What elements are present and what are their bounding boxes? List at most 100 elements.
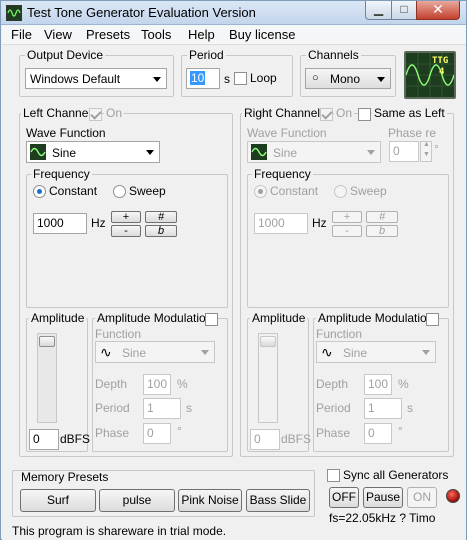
- right-depth-input[interactable]: 100: [364, 374, 392, 395]
- right-wave-function-select[interactable]: Sine: [247, 141, 381, 163]
- chevron-down-icon: [377, 77, 385, 82]
- right-channel-label: Right Channel: [242, 106, 323, 120]
- left-channel-group: Left Channel On Wave Function Sine Frequ…: [19, 106, 233, 457]
- left-amplitude-input[interactable]: 0: [29, 429, 59, 450]
- title-bar[interactable]: Test Tone Generator Evaluation Version ▁…: [1, 1, 466, 25]
- sine-wave-icon: [30, 144, 46, 160]
- status-bar: This program is shareware in trial mode.: [2, 522, 466, 540]
- right-freq-minus-button[interactable]: -: [332, 225, 362, 237]
- left-wave-function-label: Wave Function: [26, 126, 106, 140]
- right-amplitude-input[interactable]: 0: [250, 429, 280, 450]
- right-wave-function-label: Wave Function: [247, 126, 327, 140]
- close-button[interactable]: ✕: [416, 1, 460, 20]
- period-label: Period: [187, 48, 226, 62]
- right-frequency-group: Frequency Constant Sweep 1000 Hz + - # b: [247, 167, 449, 308]
- right-am-period-unit: s: [407, 401, 413, 415]
- logo-text-top: TTG: [432, 56, 449, 66]
- right-amplitude-value: 0: [254, 432, 261, 446]
- right-depth-label: Depth: [316, 377, 349, 391]
- left-amplitude-unit: dBFS: [60, 432, 91, 446]
- right-constant-radio[interactable]: [254, 185, 267, 198]
- phase-re-left-value: 0: [393, 144, 400, 158]
- left-am-checkbox[interactable]: [205, 313, 218, 326]
- left-channel-label: Left Channel: [21, 106, 94, 120]
- pause-button[interactable]: Pause: [363, 487, 403, 508]
- right-am-checkbox[interactable]: [426, 313, 439, 326]
- right-phase-label: Phase: [316, 426, 351, 440]
- maximize-button[interactable]: □: [391, 1, 417, 20]
- channels-value: Mono: [330, 72, 361, 86]
- menu-tools[interactable]: Tools: [141, 27, 171, 42]
- sync-all-checkbox[interactable]: [327, 469, 340, 482]
- phase-re-left-input[interactable]: 0: [389, 141, 419, 162]
- sine-wave-icon: ∿: [100, 344, 112, 360]
- right-amplitude-unit: dBFS: [281, 432, 312, 446]
- menu-view[interactable]: View: [44, 27, 72, 42]
- left-freq-flat-button[interactable]: b: [145, 225, 177, 237]
- off-button[interactable]: OFF: [329, 487, 359, 508]
- output-device-value: Windows Default: [30, 72, 121, 86]
- spin-up-icon[interactable]: ▲: [423, 141, 430, 148]
- output-device-select[interactable]: Windows Default: [25, 68, 167, 89]
- menu-help[interactable]: Help: [188, 27, 215, 42]
- menu-presets[interactable]: Presets: [86, 27, 130, 42]
- left-freq-minus-button[interactable]: -: [111, 225, 141, 237]
- left-freq-sharp-button[interactable]: #: [145, 211, 177, 223]
- preset-surf-button[interactable]: Surf: [20, 489, 96, 512]
- period-input[interactable]: 10: [186, 68, 220, 89]
- left-phase-input[interactable]: 0: [143, 423, 171, 444]
- right-sweep-radio[interactable]: [334, 185, 347, 198]
- left-on-checkbox[interactable]: [89, 108, 102, 121]
- minimize-button[interactable]: ▁: [365, 1, 392, 20]
- right-frequency-label: Frequency: [252, 167, 313, 181]
- left-sweep-radio[interactable]: [113, 185, 126, 198]
- chevron-down-icon: [367, 150, 375, 155]
- same-as-left-label: Same as Left: [372, 106, 447, 120]
- right-freq-flat-button[interactable]: b: [366, 225, 398, 237]
- left-amplitude-thumb[interactable]: [39, 336, 55, 347]
- left-am-function-select[interactable]: ∿ Sine: [95, 341, 215, 363]
- menu-buy-license[interactable]: Buy license: [229, 27, 295, 42]
- left-depth-input[interactable]: 100: [143, 374, 171, 395]
- left-am-period-input[interactable]: 1: [143, 398, 181, 419]
- close-icon: ✕: [432, 1, 444, 17]
- right-am-function-select[interactable]: ∿ Sine: [316, 341, 436, 363]
- preset-pink-noise-button[interactable]: Pink Noise: [178, 489, 242, 512]
- left-constant-radio[interactable]: [33, 185, 46, 198]
- right-am-label: Amplitude Modulation: [316, 311, 436, 325]
- right-phase-input[interactable]: 0: [364, 423, 392, 444]
- right-frequency-input[interactable]: 1000: [254, 213, 308, 234]
- right-am-function-label: Function: [316, 327, 363, 341]
- left-am-label: Amplitude Modulation: [95, 311, 215, 325]
- right-freq-sharp-button[interactable]: #: [366, 211, 398, 223]
- left-frequency-input[interactable]: 1000: [33, 213, 87, 234]
- same-as-left-checkbox[interactable]: [358, 108, 371, 121]
- right-am-group: Amplitude Modulation Function ∿ Sine Dep…: [313, 311, 449, 452]
- left-depth-unit: %: [177, 377, 188, 391]
- chevron-down-icon: [146, 150, 154, 155]
- right-freq-plus-button[interactable]: +: [332, 211, 362, 223]
- right-amplitude-thumb[interactable]: [260, 336, 276, 347]
- spin-down-icon[interactable]: ▼: [423, 151, 430, 158]
- left-wave-function-select[interactable]: Sine: [26, 141, 160, 163]
- right-am-period-input[interactable]: 1: [364, 398, 402, 419]
- window-title: Test Tone Generator Evaluation Version: [27, 5, 256, 20]
- left-freq-plus-button[interactable]: +: [111, 211, 141, 223]
- right-on-checkbox[interactable]: [320, 108, 333, 121]
- phase-re-left-spinner[interactable]: ▲ ▼: [420, 141, 432, 162]
- right-amplitude-slider[interactable]: [258, 333, 278, 423]
- right-amplitude-group: Amplitude 0 dBFS: [247, 311, 312, 452]
- preset-bass-slide-button[interactable]: Bass Slide: [246, 489, 310, 512]
- left-amplitude-slider[interactable]: [37, 333, 57, 423]
- preset-pulse-button[interactable]: pulse: [99, 489, 175, 512]
- sine-wave-icon: ∿: [321, 344, 333, 360]
- loop-label: Loop: [250, 71, 277, 85]
- menu-file[interactable]: File: [11, 27, 32, 42]
- loop-checkbox[interactable]: [234, 72, 247, 85]
- chevron-down-icon: [422, 350, 430, 355]
- right-constant-label: Constant: [270, 184, 319, 198]
- sine-wave-icon: [251, 144, 267, 160]
- period-unit: s: [224, 72, 230, 86]
- on-button[interactable]: ON: [407, 487, 437, 508]
- channels-select[interactable]: ○ Mono: [305, 68, 391, 89]
